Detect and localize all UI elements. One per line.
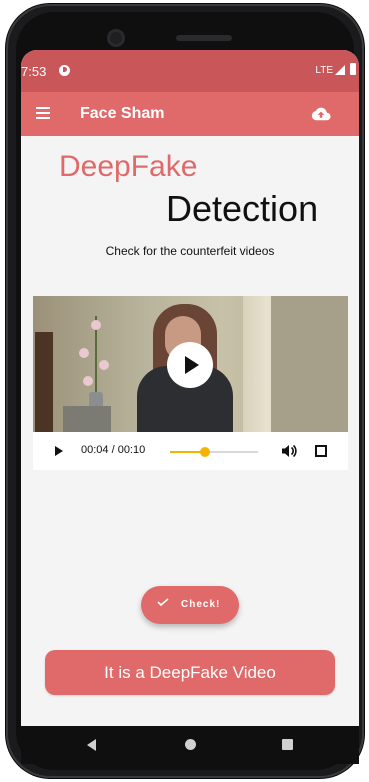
earpiece-speaker — [176, 35, 232, 41]
chair — [35, 332, 53, 432]
recents-icon[interactable] — [282, 739, 293, 750]
title-detection: Detection — [166, 188, 319, 229]
check-icon — [157, 598, 169, 606]
volume-icon[interactable] — [281, 443, 297, 459]
result-button[interactable]: It is a DeepFake Video — [45, 650, 335, 695]
subtitle: Check for the counterfeit videos — [105, 244, 275, 258]
menu-icon[interactable] — [36, 107, 50, 119]
app-notification-icon — [59, 65, 70, 76]
network-type: LTE — [315, 65, 333, 76]
check-button[interactable]: Check! — [141, 586, 239, 624]
play-overlay-icon[interactable] — [167, 342, 213, 388]
play-icon[interactable] — [55, 446, 63, 456]
time-display: 00:04 / 00:10 — [81, 444, 146, 456]
home-icon[interactable] — [185, 739, 196, 750]
side-table — [63, 406, 111, 432]
seek-thumb[interactable] — [200, 447, 211, 457]
front-camera — [107, 29, 125, 47]
check-label: Check! — [181, 599, 221, 610]
fullscreen-icon[interactable] — [315, 445, 327, 457]
seek-bar[interactable] — [170, 447, 258, 457]
back-icon[interactable] — [87, 739, 96, 751]
app-title: Face Sham — [80, 105, 165, 122]
system-nav-bar — [21, 726, 359, 764]
video-frame[interactable] — [33, 296, 348, 432]
battery-icon — [350, 63, 356, 75]
status-bar: 7:53 LTE — [21, 50, 359, 92]
signal-icon — [335, 65, 345, 75]
video-controls: 00:04 / 00:10 — [33, 432, 348, 470]
app-bar: Face Sham — [21, 92, 359, 136]
status-time: 7:53 — [21, 64, 47, 79]
app-screen: 7:53 LTE Face Sham DeepFake Detection Ch… — [21, 50, 359, 726]
cloud-upload-icon[interactable] — [311, 106, 331, 122]
title-deepfake: DeepFake — [59, 150, 198, 183]
